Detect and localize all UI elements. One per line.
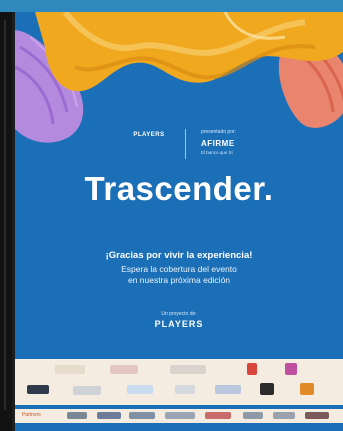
partner-logo <box>305 412 329 419</box>
event-flyer[interactable]: PLAYERS presentado por: AFIRME El banco … <box>15 12 343 431</box>
sponsor-logo <box>73 386 101 395</box>
sponsor-logo <box>55 365 85 374</box>
thanks-message: ¡Gracias por vivir la experiencia! <box>105 250 253 261</box>
partner-logo <box>205 412 231 419</box>
sponsor-logo <box>215 385 241 394</box>
left-panel-strip <box>0 12 12 431</box>
partners-label: Partners <box>22 412 41 418</box>
flyer-title: Trascender. <box>84 170 274 207</box>
project-label: Un proyecto de: <box>161 311 197 317</box>
partner-logo <box>97 412 121 419</box>
sponsor-logo <box>170 365 206 374</box>
logo-divider <box>185 129 186 159</box>
coverage-message-line1: Espera la cobertura del evento <box>121 264 237 274</box>
afirme-logo: AFIRME <box>201 139 235 148</box>
sponsor-logo <box>27 385 49 394</box>
sponsor-logo <box>127 385 153 394</box>
coverage-message-line2: en nuestra próxima edición <box>127 275 231 285</box>
players-logo: PLAYERS <box>123 129 175 155</box>
sponsor-logo <box>110 365 138 374</box>
flyer-bottom-edge <box>15 423 343 431</box>
sponsor-logo <box>260 383 274 395</box>
presented-by-label: presentado por: <box>201 129 237 135</box>
sponsor-logo <box>175 385 195 394</box>
partner-logo <box>243 412 263 419</box>
top-bar <box>0 0 343 12</box>
sponsor-logo <box>300 383 314 395</box>
players-logo-text: PLAYERS <box>133 132 165 138</box>
sponsor-logo <box>247 363 257 375</box>
afirme-tagline: El banco que Sí <box>201 150 233 155</box>
sponsor-logos-band <box>15 359 343 405</box>
players-project-logo: PLAYERS <box>154 319 204 329</box>
sponsor-logo <box>285 363 297 375</box>
partner-logo <box>273 412 295 419</box>
partner-logo <box>165 412 195 419</box>
partners-band: Partners <box>15 409 343 423</box>
partner-logo <box>67 412 87 419</box>
partner-logo <box>129 412 155 419</box>
header-logos: PLAYERS presentado por: AFIRME El banco … <box>15 129 343 169</box>
